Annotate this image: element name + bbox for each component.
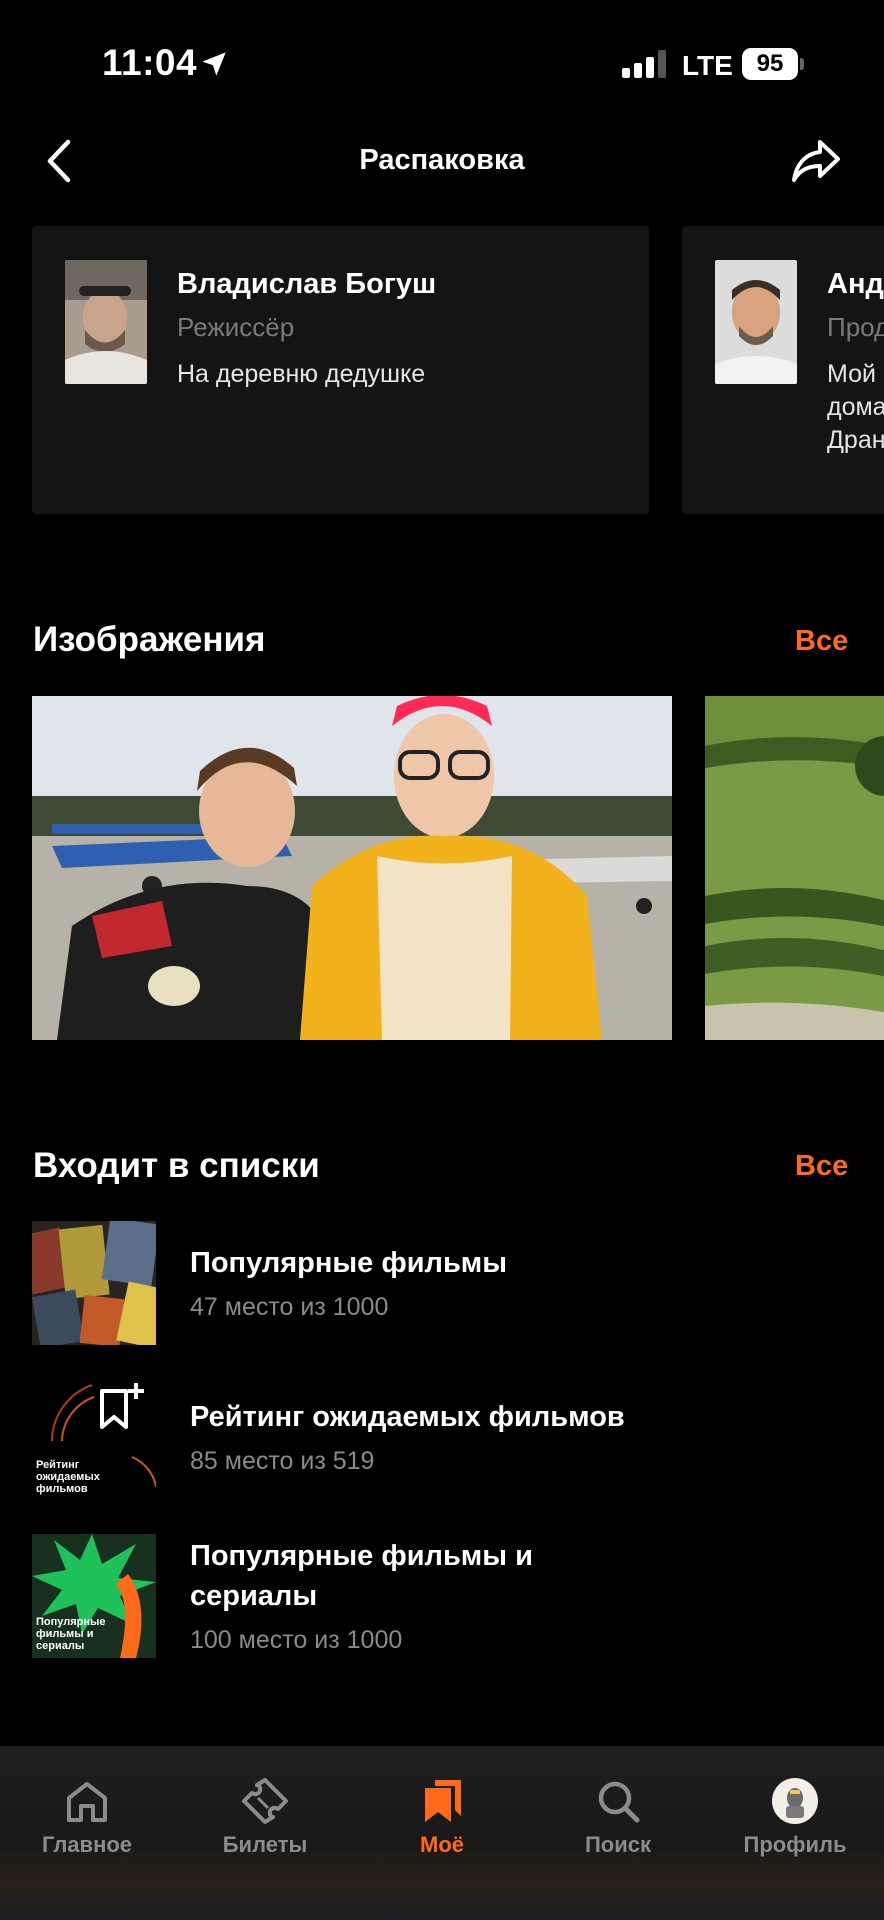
ticket-icon [242, 1778, 288, 1824]
list-title: Популярные фильмы и сериалы [190, 1540, 533, 1612]
tab-tickets[interactable]: Билеты [180, 1762, 350, 1872]
list-rank: 85 место из 519 [190, 1447, 375, 1475]
person-card[interactable]: Анд Прод Мой дома Дран [682, 226, 884, 514]
person-work: Мой дома Дран [827, 360, 884, 454]
search-icon [598, 1781, 640, 1823]
person-name: Владислав Богуш [177, 268, 437, 300]
status-bar: 11:04 LTE 95 [0, 0, 884, 130]
list-thumbnail-caption: Рейтинг ожидаемых фильмов [36, 1459, 100, 1495]
list-item[interactable]: Рейтинг ожидаемых фильмов Рейтинг ожидае… [32, 1377, 884, 1501]
images-all-link[interactable]: Все [795, 625, 848, 658]
person-photo [65, 260, 147, 384]
tab-label: Профиль [743, 1832, 847, 1857]
list-thumbnail [32, 1221, 156, 1345]
list-title: Рейтинг ожидаемых фильмов [190, 1401, 625, 1433]
list-rank: 100 место из 1000 [190, 1626, 403, 1654]
still-image[interactable] [32, 696, 672, 1040]
lists-all-link[interactable]: Все [795, 1150, 848, 1183]
list-item[interactable]: Популярные фильмы и сериалы Популярные ф… [32, 1534, 884, 1658]
images-section-title: Изображения [33, 620, 266, 659]
status-time: 11:04 [102, 42, 198, 83]
tab-label: Билеты [222, 1832, 308, 1857]
tab-my[interactable]: Моё [357, 1762, 527, 1872]
list-thumbnail: Популярные фильмы и сериалы [32, 1534, 156, 1658]
battery-icon: 95 [742, 48, 798, 80]
tab-home[interactable]: Главное [2, 1762, 172, 1872]
nav-header: Распаковка [0, 130, 884, 220]
tab-profile[interactable]: Профиль [710, 1762, 880, 1872]
tab-bar: Главное Билеты Моё Поиск Профиль [0, 1746, 884, 1920]
location-arrow-icon [202, 52, 226, 76]
lists-section-title: Входит в списки [33, 1146, 320, 1185]
page-title: Распаковка [359, 144, 525, 176]
bookmarks-icon [425, 1780, 461, 1822]
tab-label: Моё [420, 1832, 464, 1857]
person-photo [715, 260, 797, 384]
avatar [772, 1778, 818, 1824]
person-work: На деревню дедушке [177, 360, 426, 388]
person-role: Режиссёр [177, 312, 295, 342]
share-icon[interactable] [790, 138, 842, 184]
list-rank: 47 место из 1000 [190, 1293, 389, 1321]
images-carousel[interactable] [32, 696, 884, 1041]
home-icon [67, 1782, 107, 1822]
list-title: Популярные фильмы [190, 1247, 508, 1279]
list-thumbnail-caption: Популярные фильмы и сериалы [36, 1616, 106, 1652]
signal-icon [622, 50, 668, 78]
person-name: Анд [827, 268, 884, 300]
tab-label: Главное [41, 1832, 133, 1857]
person-role: Прод [827, 312, 884, 342]
tab-label: Поиск [584, 1832, 652, 1857]
battery-tip [800, 58, 804, 70]
people-carousel[interactable]: Владислав Богуш Режиссёр На деревню деду… [32, 226, 884, 516]
person-card[interactable]: Владислав Богуш Режиссёр На деревню деду… [32, 226, 649, 514]
still-image[interactable] [705, 696, 884, 1040]
network-type: LTE [682, 50, 733, 81]
tab-search[interactable]: Поиск [533, 1762, 703, 1872]
list-thumbnail: Рейтинг ожидаемых фильмов [32, 1377, 156, 1501]
list-item[interactable]: Популярные фильмы 47 место из 1000 [32, 1221, 884, 1345]
